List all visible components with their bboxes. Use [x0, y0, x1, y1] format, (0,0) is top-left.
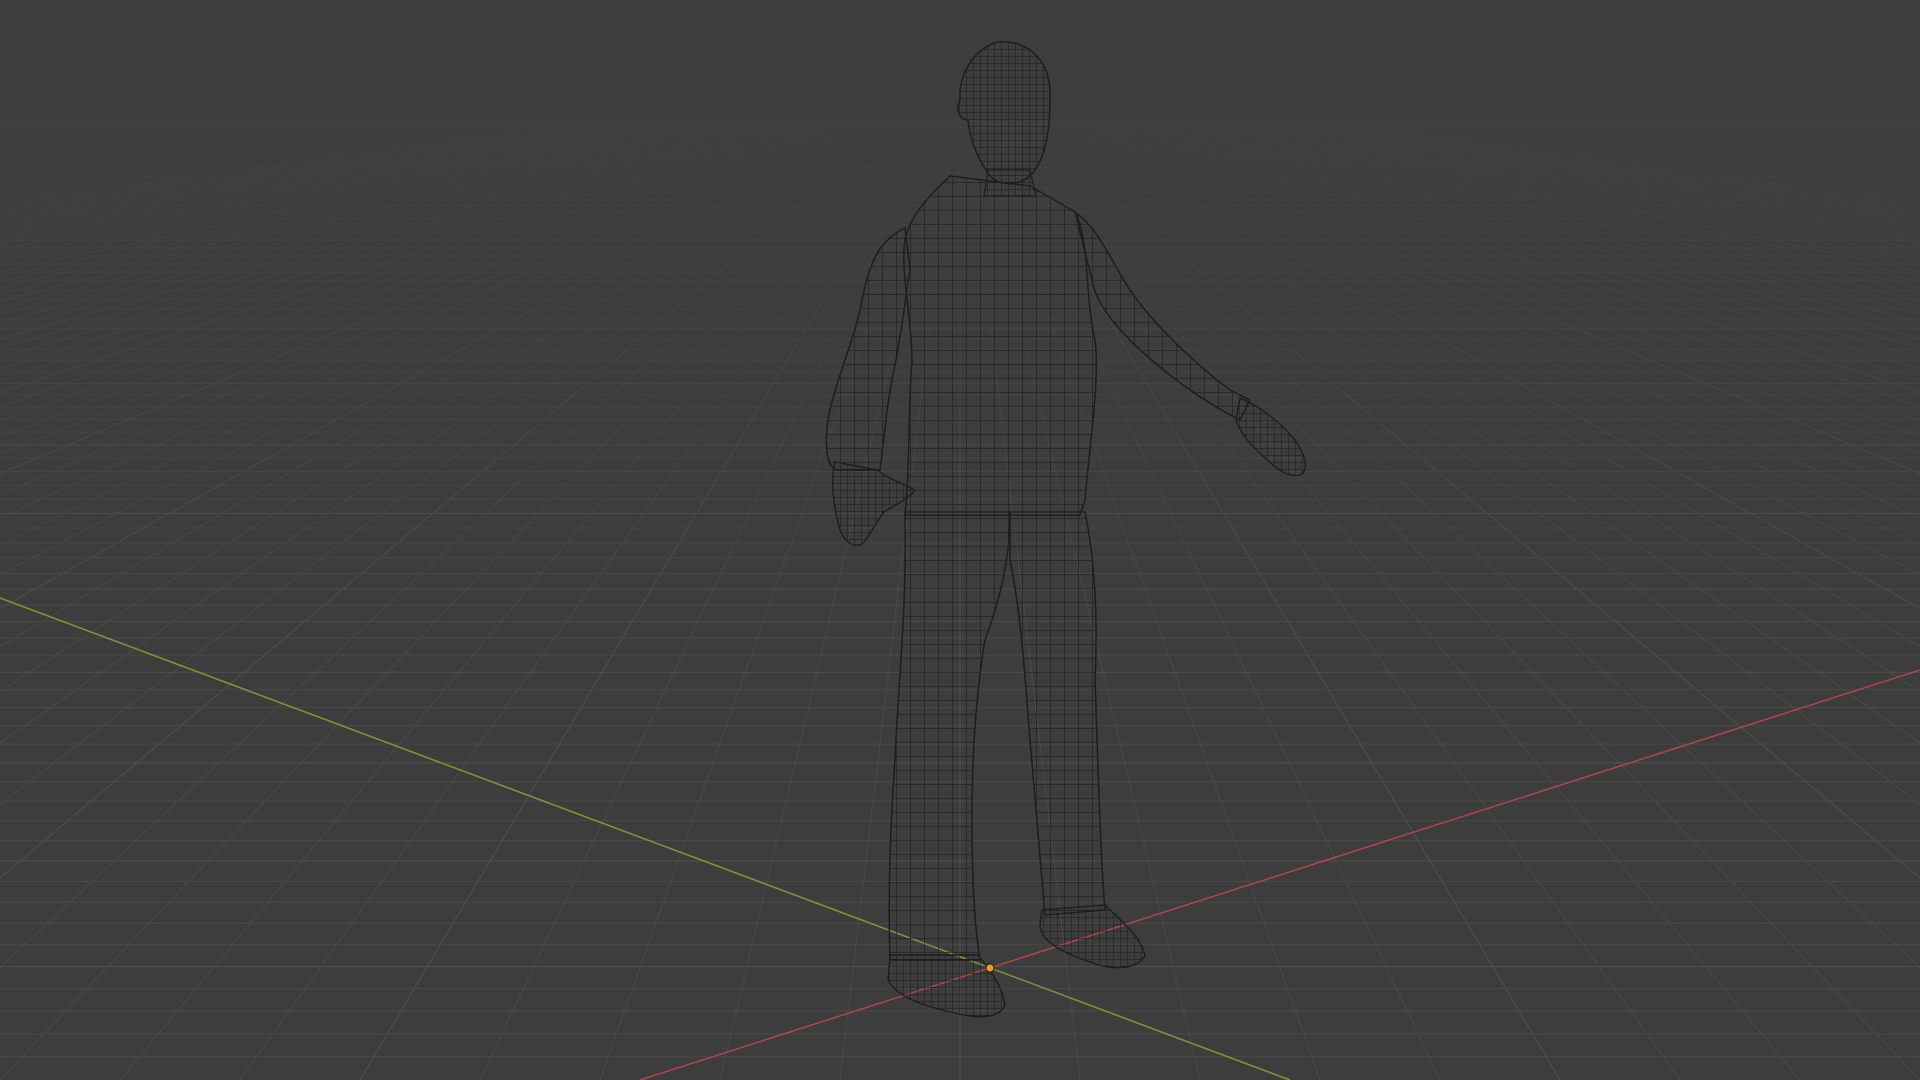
3d-viewport[interactable] [0, 0, 1920, 1080]
mesh-torso [903, 175, 1098, 516]
object-origin-marker[interactable] [985, 963, 995, 973]
viewport-canvas[interactable] [0, 0, 1920, 1080]
